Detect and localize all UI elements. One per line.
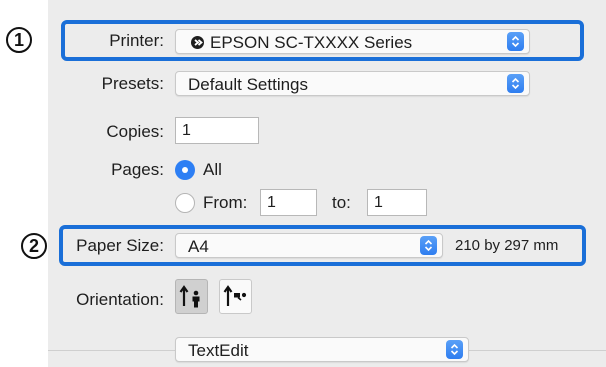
pages-from-label: From: bbox=[203, 193, 248, 212]
copies-input[interactable]: 1 bbox=[175, 117, 259, 144]
printer-status-icon bbox=[191, 36, 204, 49]
chevron-updown-icon bbox=[420, 236, 437, 255]
presets-popup[interactable]: Default Settings bbox=[175, 71, 530, 96]
orientation-landscape-button[interactable] bbox=[219, 279, 252, 314]
callout-1: 1 bbox=[6, 27, 32, 53]
app-options-value: TextEdit bbox=[188, 341, 249, 360]
chevron-updown-icon bbox=[446, 340, 463, 359]
orientation-portrait-button[interactable] bbox=[175, 279, 208, 314]
copies-label: Copies: bbox=[106, 122, 164, 141]
pages-from-value: 1 bbox=[267, 194, 276, 211]
printer-value: EPSON SC-TXXXX Series bbox=[210, 33, 413, 52]
chevron-updown-icon bbox=[507, 74, 524, 93]
paper-size-label: Paper Size: bbox=[76, 236, 164, 255]
orientation-label: Orientation: bbox=[76, 290, 164, 309]
printer-popup[interactable]: EPSON SC-TXXXX Series bbox=[175, 29, 530, 54]
copies-value: 1 bbox=[182, 122, 191, 139]
chevron-updown-icon bbox=[507, 32, 524, 51]
paper-dimensions: 210 by 297 mm bbox=[455, 237, 559, 254]
pages-from-input[interactable]: 1 bbox=[260, 189, 317, 216]
paper-size-value: A4 bbox=[188, 237, 209, 256]
pages-to-value: 1 bbox=[374, 194, 383, 211]
landscape-orientation-icon bbox=[223, 285, 247, 306]
pages-all-label: All bbox=[203, 160, 222, 179]
pages-from-radio[interactable] bbox=[175, 193, 195, 213]
callout-2: 2 bbox=[21, 233, 47, 259]
paper-size-popup[interactable]: A4 bbox=[175, 233, 443, 258]
pages-to-label: to: bbox=[332, 193, 351, 212]
pages-all-radio[interactable] bbox=[175, 160, 195, 180]
app-options-popup[interactable]: TextEdit bbox=[175, 337, 469, 362]
presets-value: Default Settings bbox=[188, 75, 309, 94]
pages-label: Pages: bbox=[111, 160, 164, 179]
portrait-orientation-icon bbox=[179, 285, 200, 308]
printer-label: Printer: bbox=[109, 31, 164, 50]
presets-label: Presets: bbox=[101, 74, 164, 93]
pages-to-input[interactable]: 1 bbox=[367, 189, 427, 216]
